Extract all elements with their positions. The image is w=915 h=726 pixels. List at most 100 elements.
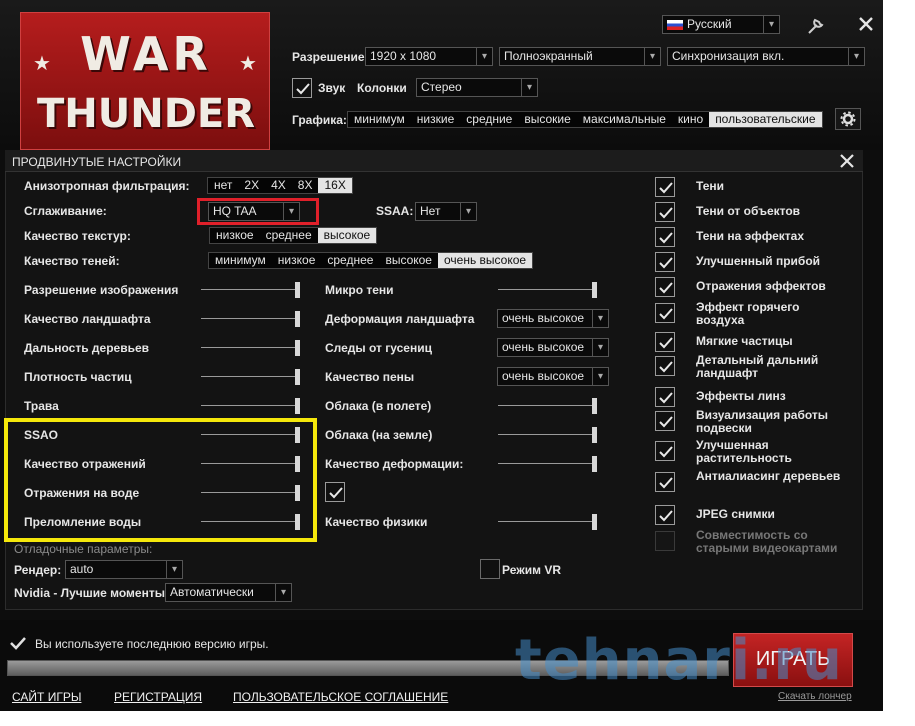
- resolution-select[interactable]: 1920 x 1080 ▾: [365, 47, 493, 66]
- footer-link[interactable]: САЙТ ИГРЫ: [12, 690, 81, 704]
- slider-thumb[interactable]: [295, 311, 300, 327]
- setting-checkbox[interactable]: [655, 505, 675, 525]
- setting-checkbox[interactable]: [325, 482, 345, 502]
- graphics-preset-option[interactable]: средние: [460, 112, 518, 127]
- chevron-down-icon: ▾: [283, 203, 299, 220]
- vr-checkbox[interactable]: [480, 559, 500, 579]
- setting-slider[interactable]: [201, 369, 300, 385]
- setting-slider[interactable]: [201, 427, 300, 443]
- footer-link[interactable]: ПОЛЬЗОВАТЕЛЬСКОЕ СОГЛАШЕНИЕ: [233, 690, 448, 704]
- graphics-settings-button[interactable]: [835, 108, 861, 130]
- anisotropy-option[interactable]: 2X: [238, 178, 265, 193]
- setting-checkbox[interactable]: [655, 411, 675, 431]
- close-icon[interactable]: [856, 14, 876, 34]
- setting-slider[interactable]: [201, 456, 300, 472]
- setting-slider[interactable]: [201, 485, 300, 501]
- anisotropy-option[interactable]: 8X: [292, 178, 319, 193]
- texture-quality-option[interactable]: высокое: [317, 228, 377, 243]
- graphics-preset-option[interactable]: низкие: [411, 112, 460, 127]
- setting-checkbox[interactable]: [655, 356, 675, 376]
- slider-thumb[interactable]: [295, 282, 300, 298]
- setting-slider[interactable]: [201, 282, 300, 298]
- advanced-settings-title: ПРОДВИНУТЫЕ НАСТРОЙКИ: [12, 155, 182, 169]
- setting-checkbox[interactable]: [655, 227, 675, 247]
- graphics-preset-option[interactable]: пользовательские: [709, 112, 822, 127]
- setting-slider[interactable]: [201, 340, 300, 356]
- download-launcher-link[interactable]: Скачать лончер: [778, 691, 852, 702]
- antialiasing-value: HQ TAA: [213, 204, 257, 218]
- slider-label: Плотность частиц: [24, 370, 132, 384]
- slider-thumb[interactable]: [295, 427, 300, 443]
- slider-thumb[interactable]: [592, 427, 597, 443]
- setting-checkbox[interactable]: [655, 202, 675, 222]
- checkbox-label: Тени на эффектах: [696, 229, 804, 243]
- shadow-quality-option[interactable]: среднее: [321, 253, 379, 268]
- setting-checkbox[interactable]: [655, 277, 675, 297]
- setting-checkbox[interactable]: [655, 531, 675, 551]
- shadow-quality-option[interactable]: минимум: [209, 253, 272, 268]
- anisotropy-option[interactable]: 4X: [265, 178, 292, 193]
- antialiasing-select[interactable]: HQ TAA ▾: [208, 202, 300, 221]
- slider-thumb[interactable]: [592, 398, 597, 414]
- checkbox-label: Эффекты линз: [696, 389, 786, 403]
- window-mode-select[interactable]: Полноэкранный ▾: [499, 47, 661, 66]
- setting-checkbox[interactable]: [655, 472, 675, 492]
- setting-checkbox[interactable]: [655, 332, 675, 352]
- slider-thumb[interactable]: [295, 398, 300, 414]
- setting-checkbox[interactable]: [655, 177, 675, 197]
- setting-checkbox[interactable]: [655, 387, 675, 407]
- setting-slider[interactable]: [498, 282, 597, 298]
- footer-link[interactable]: РЕГИСТРАЦИЯ: [114, 690, 202, 704]
- setting-checkbox[interactable]: [655, 441, 675, 461]
- graphics-preset-option[interactable]: высокие: [518, 112, 576, 127]
- graphics-preset-option[interactable]: максимальные: [577, 112, 672, 127]
- anisotropy-option[interactable]: 16X: [318, 178, 352, 193]
- speakers-select[interactable]: Стерео ▾: [416, 78, 538, 97]
- setting-select[interactable]: очень высокое ▾: [497, 338, 609, 357]
- setting-checkbox[interactable]: [655, 303, 675, 323]
- shadow-quality-option[interactable]: высокое: [379, 253, 438, 268]
- texture-quality-option[interactable]: низкое: [210, 228, 260, 243]
- graphics-preset-option[interactable]: минимум: [348, 112, 411, 127]
- language-select[interactable]: Русский ▾: [662, 15, 780, 34]
- shadow-quality-option[interactable]: низкое: [272, 253, 322, 268]
- setting-slider[interactable]: [498, 398, 597, 414]
- setting-slider[interactable]: [201, 514, 300, 530]
- anisotropy-option[interactable]: нет: [208, 178, 238, 193]
- slider-track: [201, 521, 300, 522]
- sound-checkbox[interactable]: [292, 78, 312, 98]
- setting-slider[interactable]: [201, 398, 300, 414]
- setting-slider[interactable]: [498, 427, 597, 443]
- anisotropy-selector[interactable]: нет 2X 4X 8X 16X: [207, 177, 353, 194]
- texture-quality-option[interactable]: среднее: [260, 228, 318, 243]
- slider-thumb[interactable]: [295, 456, 300, 472]
- setting-slider[interactable]: [498, 456, 597, 472]
- slider-thumb[interactable]: [592, 456, 597, 472]
- graphics-preset-selector[interactable]: минимум низкие средние высокие максимальные к…: [347, 111, 823, 128]
- close-advanced-icon[interactable]: [838, 152, 856, 170]
- slider-thumb[interactable]: [592, 514, 597, 530]
- slider-thumb[interactable]: [592, 282, 597, 298]
- nvidia-select[interactable]: Автоматически ▾: [165, 583, 292, 602]
- setting-slider[interactable]: [498, 514, 597, 530]
- setting-checkbox[interactable]: [655, 252, 675, 272]
- texture-label: Качество текстур:: [24, 229, 131, 243]
- setting-select-value: очень высокое: [502, 369, 585, 383]
- slider-thumb[interactable]: [295, 514, 300, 530]
- debug-label: Отладочные параметры:: [14, 542, 153, 556]
- ssaa-select[interactable]: Нет ▾: [415, 202, 477, 221]
- setting-select[interactable]: очень высокое ▾: [497, 309, 609, 328]
- slider-thumb[interactable]: [295, 485, 300, 501]
- shadow-quality-option[interactable]: очень высокое: [437, 253, 533, 268]
- setting-label: Облака (в полете): [325, 399, 432, 413]
- tools-icon[interactable]: [806, 16, 826, 36]
- slider-thumb[interactable]: [295, 369, 300, 385]
- shadow-selector[interactable]: минимум низкое среднее высокое очень высокое: [208, 252, 534, 269]
- graphics-preset-option[interactable]: кино: [672, 112, 709, 127]
- render-select[interactable]: auto ▾: [65, 560, 183, 579]
- setting-slider[interactable]: [201, 311, 300, 327]
- slider-thumb[interactable]: [295, 340, 300, 356]
- texture-selector[interactable]: низкое среднее высокое: [209, 227, 378, 244]
- vsync-select[interactable]: Синхронизация вкл. ▾: [667, 47, 865, 66]
- setting-select[interactable]: очень высокое ▾: [497, 367, 609, 386]
